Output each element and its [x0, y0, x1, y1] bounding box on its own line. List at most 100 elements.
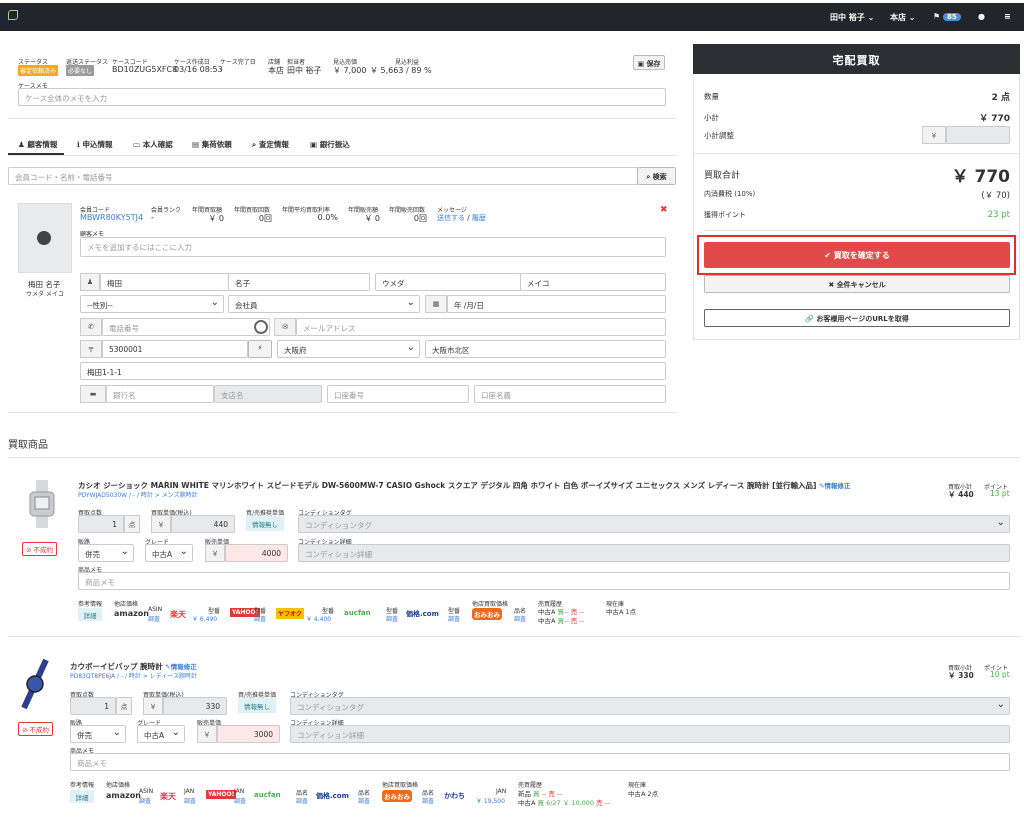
- city-input[interactable]: 大阪市北区: [425, 340, 666, 358]
- product-1-channel-select[interactable]: 併売: [78, 544, 134, 562]
- product-2-detail-button[interactable]: 詳細: [70, 790, 94, 803]
- remove-customer-icon[interactable]: ✖: [660, 205, 668, 215]
- product-1-grade-select[interactable]: 中古A: [145, 544, 193, 562]
- account-name-input[interactable]: 口座名義: [474, 385, 666, 403]
- phone-input[interactable]: 電話番号: [102, 318, 270, 336]
- fingerprint-icon[interactable]: [254, 320, 268, 334]
- first-kana-input[interactable]: メイコ: [520, 273, 666, 291]
- notification-button[interactable]: ⚑ 85: [933, 12, 961, 21]
- cancel-all-button[interactable]: ✖ 全件キャンセル: [704, 275, 1010, 293]
- product-1-sell-price-input[interactable]: 4000: [225, 544, 288, 562]
- user-menu[interactable]: 田中 裕子 ⌄: [830, 12, 874, 23]
- get-customer-url-button[interactable]: 🔗 お客様用ページのURLを取得: [704, 309, 1010, 327]
- customer-memo-input[interactable]: メモを追加するにはここに入力: [80, 237, 666, 257]
- kakaku-inquiry-link[interactable]: 調査: [448, 614, 460, 623]
- tab-application-info[interactable]: ℹ 申込情報: [77, 139, 112, 150]
- prefecture-select[interactable]: 大阪府: [277, 340, 420, 358]
- app-logo-icon[interactable]: [8, 10, 18, 20]
- product-2-channel-select[interactable]: 併売: [70, 725, 126, 743]
- created-date: 03/16 08:53: [174, 65, 223, 74]
- zip-lookup-button[interactable]: ⚡: [248, 340, 272, 358]
- confirm-purchase-button[interactable]: ✔ 買取を確定する: [704, 242, 1010, 268]
- member-code-link[interactable]: MBWR80KY5TJ4: [80, 213, 143, 222]
- last-kana-input[interactable]: ウメダ: [375, 273, 521, 291]
- adjust-input[interactable]: [946, 126, 1010, 144]
- birthdate-input[interactable]: 年 /月/日: [447, 295, 666, 313]
- member-type-select[interactable]: 会社員: [228, 295, 420, 313]
- account-number-input[interactable]: 口座番号: [327, 385, 469, 403]
- email-input[interactable]: メールアドレス: [296, 318, 666, 336]
- tab-customer-info[interactable]: ♟ 顧客情報: [18, 139, 57, 150]
- tab-bank-transfer[interactable]: ▣ 銀行振込: [310, 139, 350, 150]
- product-2-qty-input[interactable]: 1: [70, 697, 116, 715]
- gender-select[interactable]: --性別--: [80, 295, 224, 313]
- product-2-edit-link[interactable]: ✎情報修正: [165, 663, 196, 671]
- product-1-unit-price-input[interactable]: 440: [171, 515, 235, 533]
- bank-name-input[interactable]: 銀行名: [106, 385, 214, 403]
- annual-sales-times: 0回: [413, 214, 427, 223]
- rakuten-price[interactable]: ￥ 6,490: [192, 614, 217, 623]
- branch-name-input[interactable]: 支店名: [214, 385, 322, 403]
- message-history-link[interactable]: 履歴: [472, 214, 486, 222]
- product-1-cond-detail[interactable]: コンディション詳細: [298, 544, 1010, 562]
- product-1-subtotal: ￥ 440: [948, 490, 974, 499]
- yahoo-inquiry-link[interactable]: 調査: [254, 614, 266, 623]
- yahuoku-price[interactable]: ￥ 4,400: [306, 614, 331, 623]
- kakaku-inquiry-link[interactable]: 調査: [358, 796, 370, 805]
- product-1-cond-tag[interactable]: コンディションタグ: [298, 515, 1010, 533]
- product-1-qty-input[interactable]: 1: [78, 515, 124, 533]
- yahoo-inquiry-link[interactable]: 調査: [234, 796, 246, 805]
- message-separator: /: [467, 214, 470, 222]
- amazon-inquiry-link[interactable]: 調査: [148, 614, 160, 623]
- divider: [8, 636, 1020, 637]
- divider: [8, 457, 1020, 458]
- subtotal-label: 小計: [704, 113, 719, 122]
- product-2-sell-price-input[interactable]: 3000: [217, 725, 280, 743]
- product-2-fail-button[interactable]: ⊘ 不成約: [18, 722, 54, 736]
- address-input[interactable]: 梅田1-1-1: [80, 362, 666, 380]
- product-1-code[interactable]: PDYWJAD5030W / - / 時計 > メンズ腕時計: [78, 490, 198, 499]
- points-label: 獲得ポイント: [704, 211, 746, 219]
- jan-label: JAN: [234, 788, 245, 795]
- product-1-detail-button[interactable]: 詳細: [78, 608, 102, 621]
- product-2-unit-price-input[interactable]: 330: [163, 697, 227, 715]
- tab-appraisal[interactable]: ⌕ 査定情報: [252, 139, 289, 150]
- aucfan-inquiry-link[interactable]: 調査: [296, 796, 308, 805]
- confirm-label: 買取を確定する: [833, 251, 890, 260]
- amazon-logo: amazon: [114, 609, 149, 618]
- product-2-code[interactable]: PD83QT8PE6JA / - / 時計 > レディース腕時計: [70, 671, 197, 680]
- product-2-cond-detail[interactable]: コンディション詳細: [290, 725, 1010, 743]
- zip-input[interactable]: 5300001: [102, 340, 248, 358]
- product-2-memo[interactable]: 商品メモ: [70, 753, 1010, 771]
- divider: [693, 153, 1020, 154]
- product-1-fail-button[interactable]: ⊘ 不成約: [22, 542, 58, 556]
- product-2-cond-tag[interactable]: コンディションタグ: [290, 697, 1010, 715]
- aucfan-inquiry-link[interactable]: 調査: [386, 614, 398, 623]
- first-name-input[interactable]: 名子: [228, 273, 370, 291]
- tab-pickup[interactable]: ▤ 集荷依頼: [192, 139, 232, 150]
- adjust-label: 小計調整: [704, 131, 734, 140]
- omiomi-inquiry-link[interactable]: 調査: [422, 796, 434, 805]
- save-button[interactable]: ▣ 保存: [633, 55, 665, 70]
- kawachi-price[interactable]: ￥ 19,500: [476, 796, 505, 805]
- product-1-edit-link[interactable]: ✎情報修正: [819, 482, 850, 490]
- search-button[interactable]: ⌕ 検索: [637, 167, 676, 185]
- last-name-input[interactable]: 梅田: [100, 273, 234, 291]
- tab-identity[interactable]: ▭ 本人確認: [133, 139, 173, 150]
- product-2-grade-select[interactable]: 中古A: [137, 725, 185, 743]
- email-icon: ✉: [274, 318, 296, 336]
- customer-search-input[interactable]: 会員コード・名前・電話番号: [8, 167, 638, 185]
- case-memo-input[interactable]: ケース全体のメモを入力: [18, 88, 666, 106]
- rakuten-inquiry-link[interactable]: 調査: [184, 796, 196, 805]
- amazon-inquiry-link[interactable]: 調査: [139, 796, 151, 805]
- close-icon: ✖: [828, 281, 835, 289]
- product-1-memo[interactable]: 商品メモ: [78, 572, 1010, 590]
- cancel-label: 全件キャンセル: [836, 281, 886, 289]
- store-menu[interactable]: 本店 ⌄: [890, 12, 916, 23]
- omiomi-inquiry-link[interactable]: 調査: [514, 614, 526, 623]
- hamburger-menu-icon[interactable]: ≡: [1004, 12, 1011, 21]
- send-message-link[interactable]: 送信する: [437, 214, 465, 222]
- chat-icon[interactable]: ●: [978, 12, 985, 21]
- product-title-text: カシオ ジーショック MARIN WHITE マリンホワイト スピードモデル D…: [78, 481, 817, 490]
- edit-label: 情報修正: [824, 482, 851, 490]
